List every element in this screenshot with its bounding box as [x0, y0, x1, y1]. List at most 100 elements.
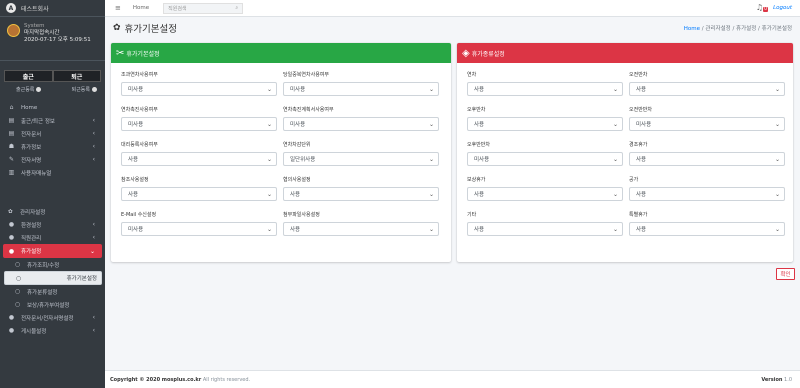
field-label: 협의사용설정 [283, 177, 311, 183]
setting-select[interactable]: 사용 ⌄ [629, 187, 785, 201]
setting-field: 조과연차사용여부 미사용 ⌄ [121, 71, 277, 96]
field-label: E-Mail 수신설정 [121, 212, 157, 218]
setting-field: 오전반반차 미사용 ⌄ [629, 106, 785, 131]
setting-select[interactable]: 사용 ⌄ [467, 222, 623, 236]
sidebar-item-env[interactable]: ● 환경설정 ‹ [0, 218, 105, 231]
setting-select[interactable]: 미사용 ⌄ [121, 222, 277, 236]
logout-link[interactable]: Logout [773, 5, 792, 11]
search-icon[interactable]: ⌕ [235, 5, 238, 11]
clock-out-button[interactable]: 퇴근 [52, 70, 101, 82]
chevron-down-icon: ⌄ [612, 120, 618, 128]
select-value: 미사용 [290, 122, 306, 128]
setting-select[interactable]: 사용 ⌄ [121, 152, 277, 166]
setting-select[interactable]: 사용 ⌄ [629, 82, 785, 96]
setting-field: 연차촉진사용여부 미사용 ⌄ [121, 106, 277, 131]
home-link[interactable]: Home [133, 5, 149, 11]
setting-select[interactable]: 미사용 ⌄ [467, 152, 623, 166]
setting-select[interactable]: 사용 ⌄ [467, 117, 623, 131]
admin-header: ✿ 관리자설정 [0, 205, 105, 218]
sidebar-item-label: 환경설정 [21, 222, 42, 229]
sidebar-item-esign-settings[interactable]: ● 전자문서/전자서명설정 ‹ [0, 311, 105, 324]
chevron-down-icon: ⌄ [428, 85, 434, 93]
breadcrumb-home[interactable]: Home [684, 26, 700, 32]
layers-icon: ◈ [462, 47, 470, 59]
clock-out-register-link[interactable]: 퇴근등록 [72, 86, 97, 93]
circle-icon: ● [8, 234, 15, 241]
chevron-down-icon: ⌄ [266, 155, 272, 163]
sidebar-item-leave-settings[interactable]: ● 휴가설정 ⌄ [3, 244, 102, 258]
setting-select[interactable]: 일단위사용 ⌄ [283, 152, 439, 166]
setting-field: 협의사용설정사용 ⌄ [283, 176, 439, 201]
sidebar-item-board-settings[interactable]: ● 게시물설정 ‹ [0, 324, 105, 337]
setting-select[interactable]: 사용 ⌄ [629, 222, 785, 236]
chevron-down-icon: ⌄ [266, 225, 272, 233]
confirm-button[interactable]: 확인 [776, 268, 795, 280]
setting-select[interactable]: 사용 ⌄ [467, 82, 623, 96]
document-icon: ▤ [8, 130, 15, 137]
user-role: System [24, 23, 45, 29]
document-icon: ▤ [8, 117, 15, 124]
sidebar-item-home[interactable]: ⌂ Home [0, 101, 105, 114]
chevron-down-icon: ⌄ [266, 120, 272, 128]
circle-outline-icon: ○ [14, 301, 21, 308]
setting-field: 연차차감단위 일단위사용 ⌄ [283, 141, 439, 166]
sidebar-item-label: 휴가정보 [21, 144, 42, 151]
footer: Copyright © 2020 mosplus.co.kr All right… [105, 370, 800, 388]
sidebar-item-label: 게시물설정 [21, 328, 47, 335]
setting-field: 기타 사용 ⌄ [467, 211, 623, 236]
setting-select[interactable]: 사용 ⌄ [283, 187, 439, 201]
sidebar-item-attendance[interactable]: ▤ 출근/퇴근 정보 ‹ [0, 114, 105, 127]
setting-select[interactable]: 사용 ⌄ [467, 187, 623, 201]
select-value: 일단위사용 [290, 157, 316, 163]
sidebar-item-esign[interactable]: ✎ 전자서명 ‹ [0, 153, 105, 166]
circle-icon: ● [8, 221, 15, 228]
chevron-down-icon: ⌄ [428, 155, 434, 163]
select-value: 사용 [474, 227, 485, 233]
bell-icon[interactable]: ♫ [756, 3, 763, 12]
setting-select[interactable]: 사용 ⌄ [629, 152, 785, 166]
search-input[interactable]: 직원검색 ⌕ [163, 2, 244, 14]
sidebar-item-manual[interactable]: ▥ 사용자매뉴얼 [0, 166, 105, 179]
sidebar: A 테스트회사 System 마지막접속시간 2020-07-17 오후 5:0… [0, 0, 105, 388]
sidebar-item-leave-info[interactable]: ☗ 휴가정보 ‹ [0, 140, 105, 153]
setting-select[interactable]: 미사용 ⌄ [121, 82, 277, 96]
clock-in-button[interactable]: 출근 [4, 70, 53, 82]
sidebar-subitem-reward[interactable]: ○ 보상/휴가부여설정 [0, 298, 105, 311]
circle-icon: ● [8, 247, 15, 255]
sidebar-item-label: 휴가설정 [21, 249, 42, 255]
clock-in-register-link[interactable]: 출근등록 [16, 86, 42, 93]
setting-select[interactable]: 미사용 ⌄ [283, 117, 439, 131]
setting-select[interactable]: 미사용 ⌄ [121, 117, 277, 131]
brand-logo-icon: A [6, 3, 16, 13]
breadcrumb-path: / 관리자설정 / 휴가설정 / 휴가기본설정 [701, 26, 792, 32]
sidebar-item-edocs[interactable]: ▤ 전자문서 ‹ [0, 127, 105, 140]
sidebar-subitem-leave-view[interactable]: ○ 휴가조회/수정 [0, 258, 105, 271]
setting-select[interactable]: 사용 ⌄ [121, 187, 277, 201]
card-header: ◈ 휴가종류설정 [457, 43, 793, 63]
brand[interactable]: A 테스트회사 [0, 0, 105, 17]
setting-field: 오후반반차 미사용 ⌄ [467, 141, 623, 166]
chevron-down-icon: ⌄ [774, 225, 780, 233]
version-label: Version [761, 376, 783, 383]
select-value: 미사용 [474, 157, 490, 163]
select-value: 사용 [636, 87, 647, 93]
menu-icon[interactable]: ≡ [115, 4, 121, 12]
chevron-left-icon: ‹ [92, 327, 95, 334]
chevron-down-icon: ⌄ [612, 225, 618, 233]
sidebar-item-staff[interactable]: ● 직원관리 ‹ [0, 231, 105, 244]
gear-icon: ✿ [8, 208, 13, 215]
page-title: ✿ 휴가기본설정 [113, 21, 177, 35]
select-value: 사용 [636, 227, 647, 233]
field-label: 당일중복연차사용여부 [283, 72, 330, 78]
chevron-down-icon: ⌄ [266, 85, 272, 93]
admin-header-label: 관리자설정 [20, 209, 46, 216]
chevron-down-icon: ⌄ [428, 225, 434, 233]
circle-icon: ● [8, 314, 15, 321]
setting-select[interactable]: 미사용 ⌄ [283, 82, 439, 96]
sidebar-subitem-leave-type[interactable]: ○ 휴가분류설정 [0, 285, 105, 298]
sidebar-subitem-leave-basic[interactable]: ○ 휴가기본설정 [4, 271, 102, 285]
setting-select[interactable]: 사용 ⌄ [283, 222, 439, 236]
select-value: 미사용 [636, 122, 652, 128]
setting-select[interactable]: 미사용 ⌄ [629, 117, 785, 131]
sidebar-item-label: 휴가기본설정 [66, 276, 97, 282]
